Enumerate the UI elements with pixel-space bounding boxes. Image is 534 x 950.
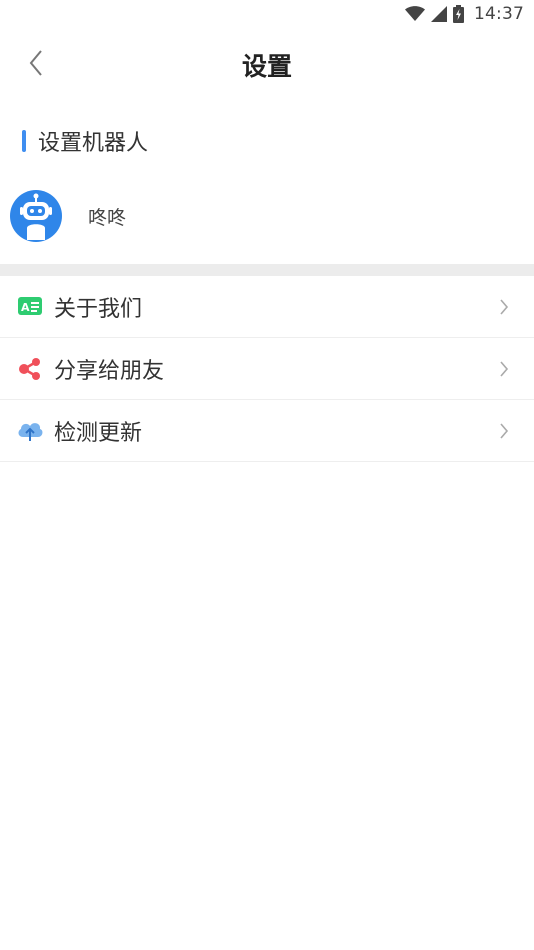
robot-section-header: 设置机器人 (0, 102, 534, 180)
share-icon (16, 355, 44, 383)
menu-item-about[interactable]: A 关于我们 (0, 276, 534, 338)
menu-label: 检测更新 (54, 420, 143, 446)
nav-bar: 设置 (0, 28, 534, 102)
chevron-right-icon (496, 359, 512, 379)
battery-charging-icon (453, 5, 464, 23)
section-title: 设置机器人 (38, 131, 149, 156)
robot-avatar[interactable] (10, 190, 62, 242)
section-divider (0, 264, 534, 276)
svg-text:A: A (21, 301, 30, 314)
about-card-icon: A (16, 293, 44, 321)
settings-menu: A 关于我们 分享给朋友 检测更新 (0, 276, 534, 462)
chevron-left-icon (28, 49, 44, 81)
robot-icon (10, 190, 62, 242)
menu-item-share[interactable]: 分享给朋友 (0, 338, 534, 400)
chevron-right-icon (496, 297, 512, 317)
cloud-upload-icon (16, 417, 44, 445)
status-time: 14:37 (474, 4, 524, 24)
page-title: 设置 (241, 52, 292, 81)
status-bar: 14:37 (0, 0, 534, 28)
back-button[interactable] (14, 43, 58, 87)
wifi-icon (405, 6, 425, 22)
robot-name: 咚咚 (88, 206, 127, 229)
robot-row[interactable]: 咚咚 (0, 180, 534, 252)
signal-icon (431, 6, 447, 22)
chevron-right-icon (496, 421, 512, 441)
menu-label: 分享给朋友 (54, 358, 165, 384)
menu-item-check-update[interactable]: 检测更新 (0, 400, 534, 462)
section-accent-bar (22, 130, 26, 152)
menu-label: 关于我们 (54, 296, 143, 322)
status-icons: 14:37 (405, 4, 524, 24)
